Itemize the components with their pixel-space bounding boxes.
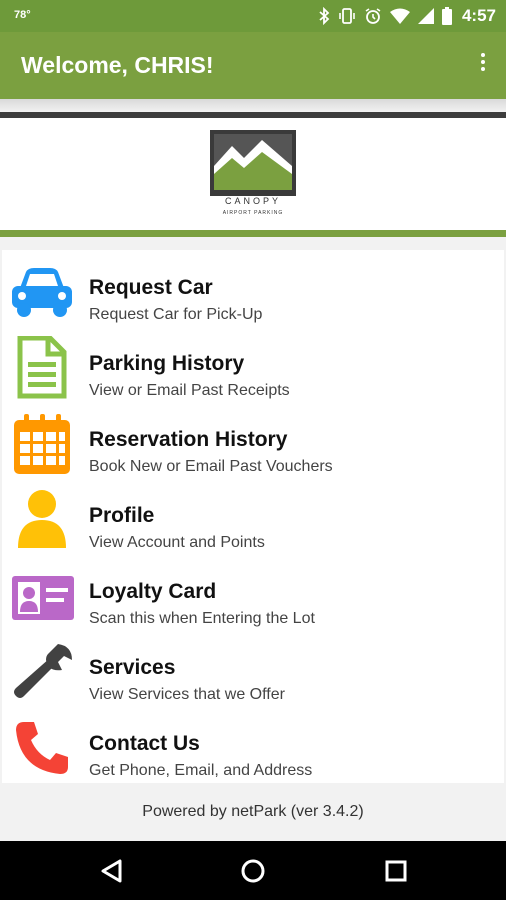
menu-item-label: Profile: [89, 504, 155, 527]
temperature-indicator: 78°: [14, 9, 31, 21]
menu-item-label: Parking History: [89, 352, 245, 375]
id-card-icon: [12, 576, 74, 620]
status-icons: 4:57: [318, 4, 496, 28]
car-icon: [12, 268, 72, 317]
menu-item-reservation-history[interactable]: Reservation History Book New or Email Pa…: [2, 412, 504, 488]
recents-icon[interactable]: [380, 855, 412, 887]
menu-item-services[interactable]: Services View Services that we Offer: [2, 640, 504, 716]
more-vert-icon[interactable]: [478, 50, 488, 80]
logo-wordmark: CANOPY: [210, 196, 296, 206]
menu-item-label: Loyalty Card: [89, 580, 217, 603]
menu-item-loyalty-card[interactable]: Loyalty Card Scan this when Entering the…: [2, 564, 504, 640]
menu-item-subtitle: View or Email Past Receipts: [89, 382, 290, 399]
clock: 4:57: [461, 6, 496, 25]
footer: Powered by netPark (ver 3.4.2): [0, 783, 506, 841]
main-menu: Request Car Request Car for Pick-Up Park…: [2, 250, 504, 783]
menu-item-label: Reservation History: [89, 428, 288, 451]
welcome-title: Welcome, CHRIS!: [21, 52, 214, 78]
wifi-icon: [389, 8, 410, 24]
alarm-icon: [365, 8, 381, 24]
menu-item-contact-us[interactable]: Contact Us Get Phone, Email, and Address: [2, 716, 504, 792]
system-nav-bar: [0, 841, 506, 900]
document-icon: [17, 336, 67, 399]
status-bar: 78° 4:57: [0, 0, 506, 32]
vibrate-icon: [339, 8, 355, 24]
app-bar: Welcome, CHRIS!: [0, 32, 506, 99]
menu-item-subtitle: Book New or Email Past Vouchers: [89, 458, 333, 475]
menu-item-label: Services: [89, 656, 176, 679]
home-icon[interactable]: [237, 855, 269, 887]
bluetooth-icon: [319, 7, 330, 25]
powered-by-text: Powered by netPark (ver 3.4.2): [142, 803, 364, 820]
menu-item-parking-history[interactable]: Parking History View or Email Past Recei…: [2, 336, 504, 412]
person-icon: [18, 490, 66, 548]
calendar-icon: [14, 414, 70, 474]
menu-item-subtitle: Scan this when Entering the Lot: [89, 610, 315, 627]
menu-item-subtitle: Get Phone, Email, and Address: [89, 762, 313, 779]
canopy-logo: CANOPY AIRPORT PARKING: [210, 130, 296, 220]
phone-icon: [16, 722, 68, 774]
menu-item-label: Request Car: [89, 276, 213, 299]
menu-item-subtitle: View Services that we Offer: [89, 686, 285, 703]
header-shadow: [0, 99, 506, 111]
logo-mountain-graphic: [210, 130, 296, 202]
battery-icon: [441, 7, 452, 25]
divider-green: [0, 230, 506, 237]
logo-subtitle: AIRPORT PARKING: [222, 210, 284, 216]
back-icon[interactable]: [96, 855, 128, 887]
menu-item-profile[interactable]: Profile View Account and Points: [2, 488, 504, 564]
menu-item-request-car[interactable]: Request Car Request Car for Pick-Up: [2, 260, 504, 336]
signal-icon: [417, 8, 434, 24]
wrench-icon: [14, 644, 72, 698]
menu-item-subtitle: Request Car for Pick-Up: [89, 306, 263, 323]
menu-item-label: Contact Us: [89, 732, 200, 755]
menu-item-subtitle: View Account and Points: [89, 534, 265, 551]
